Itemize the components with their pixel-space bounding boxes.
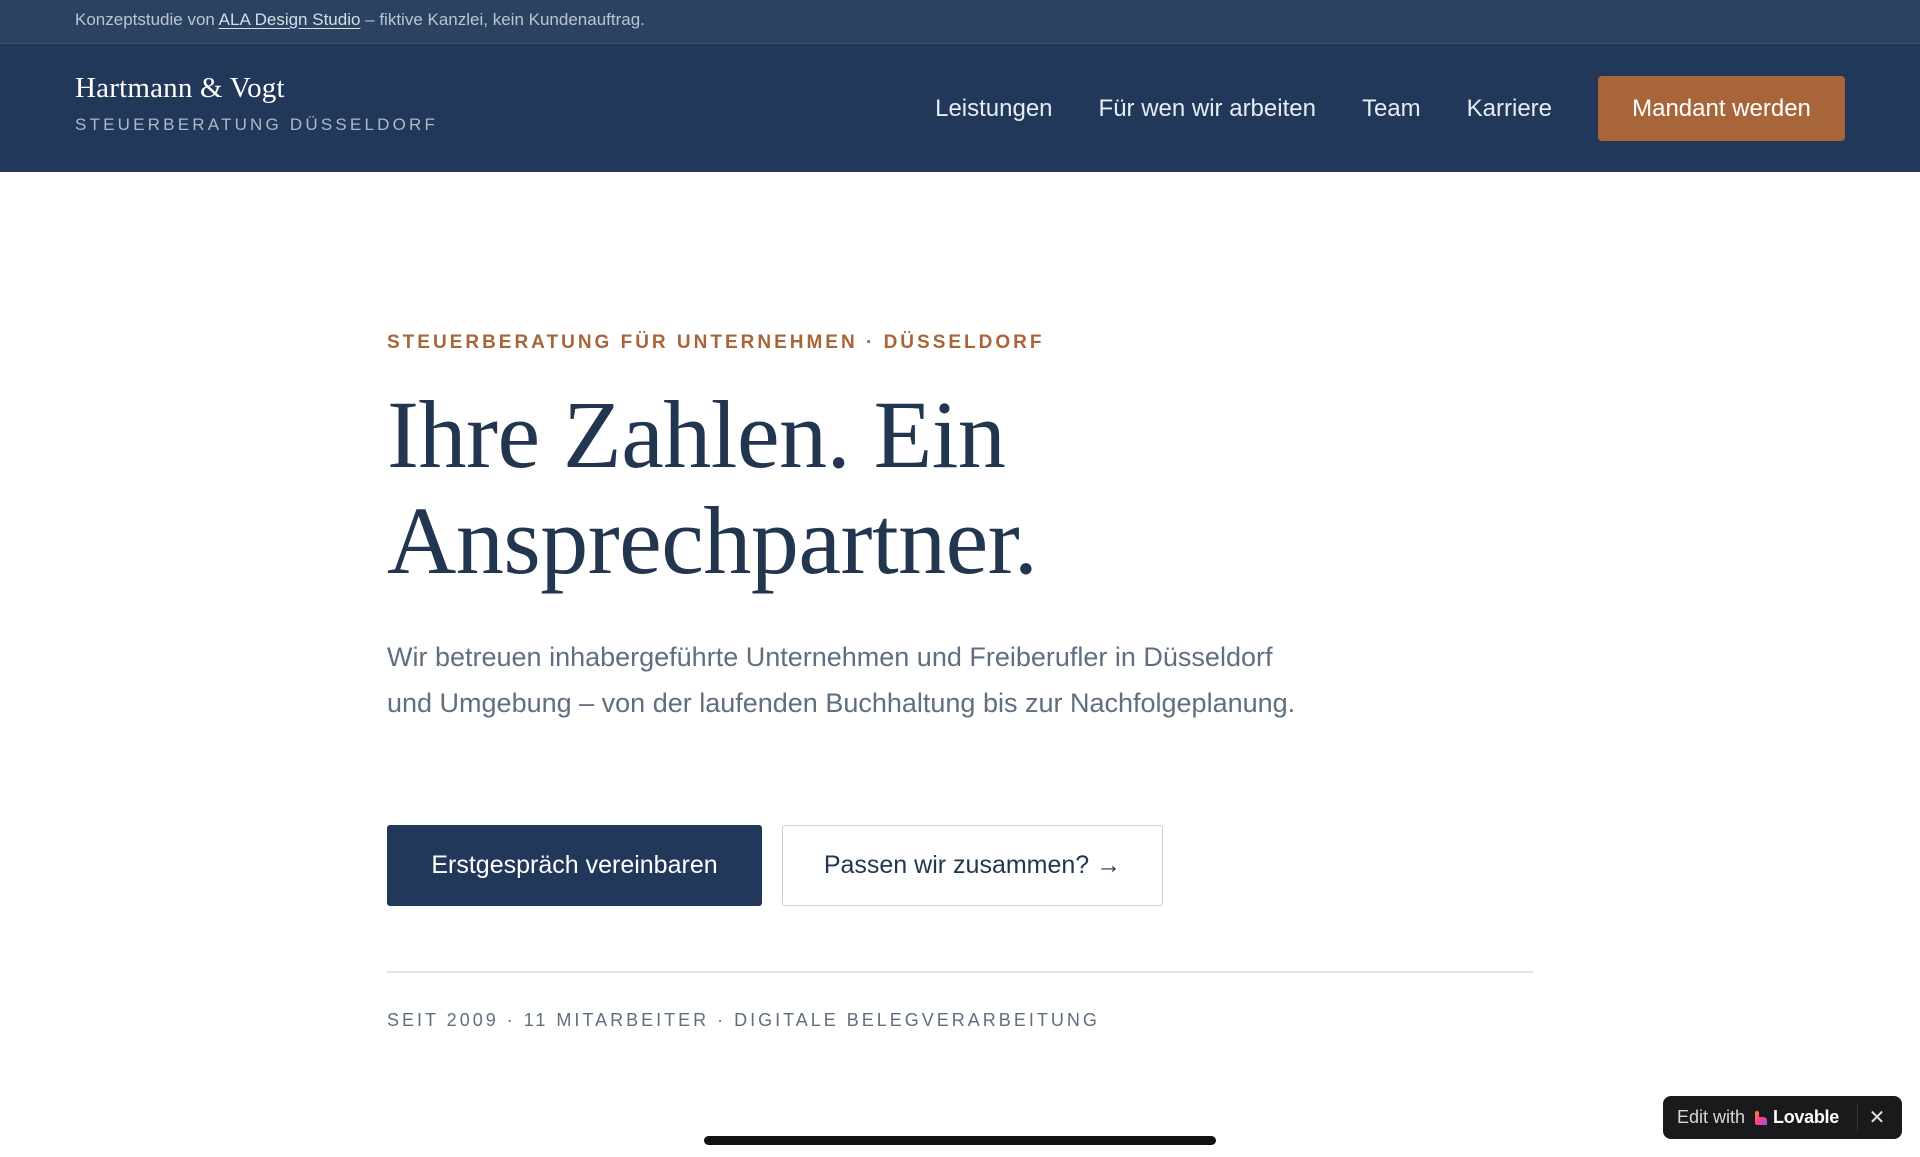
hero-facts: SEIT 2009 · 11 MITARBEITER · DIGITALE BE… [387,1010,1100,1030]
main-nav: Leistungen Für wen wir arbeiten Team Kar… [935,76,1845,141]
nav-item-leistungen[interactable]: Leistungen [935,95,1052,123]
hero-title: Ihre Zahlen. Ein Ansprechpartner. [387,381,1038,594]
brand-name: Hartmann & Vogt [75,72,285,104]
nav-item-fuer-wen-wir-arbeiten[interactable]: Für wen wir arbeiten [1099,95,1316,123]
hero-lead: Wir betreuen inhabergeführte Unternehmen… [387,642,1296,718]
hero-eyebrow: STEUERBERATUNG FÜR UNTERNEHMEN · DÜSSELD… [387,332,1045,353]
notice-suffix: – fiktive Kanzlei, kein Kundenauftrag. [360,10,645,29]
lovable-logo: Lovable [1753,1107,1839,1128]
lovable-heart-icon [1755,1110,1768,1125]
notice-studio-link[interactable]: ALA Design Studio [219,10,361,29]
notice-prefix: Konzeptstudie von [75,10,219,29]
site-header: Hartmann & Vogt STEUERBERATUNG DÜSSELDOR… [0,44,1920,172]
badge-separator [1857,1104,1858,1131]
nav-item-karriere[interactable]: Karriere [1467,95,1552,123]
become-client-button[interactable]: Mandant werden [1598,76,1845,141]
concept-notice-bar: Konzeptstudie von ALA Design Studio – fi… [0,0,1920,44]
lovable-wordmark: Lovable [1773,1107,1839,1127]
brand-logo[interactable]: Hartmann & Vogt STEUERBERATUNG DÜSSELDOR… [75,72,438,135]
close-icon[interactable]: ✕ [1866,1106,1888,1129]
badge-edit-text: Edit with [1677,1107,1746,1127]
edit-with-lovable-badge[interactable]: Edit with Lovable ✕ [1663,1096,1902,1139]
book-consultation-button[interactable]: Erstgespräch vereinbaren [387,825,762,906]
brand-tagline: STEUERBERATUNG DÜSSELDORF [75,115,439,134]
fit-check-button[interactable]: Passen wir zusammen? → [782,825,1163,906]
hero-divider [387,971,1533,973]
nav-item-team[interactable]: Team [1362,95,1421,123]
home-indicator[interactable] [704,1136,1216,1145]
